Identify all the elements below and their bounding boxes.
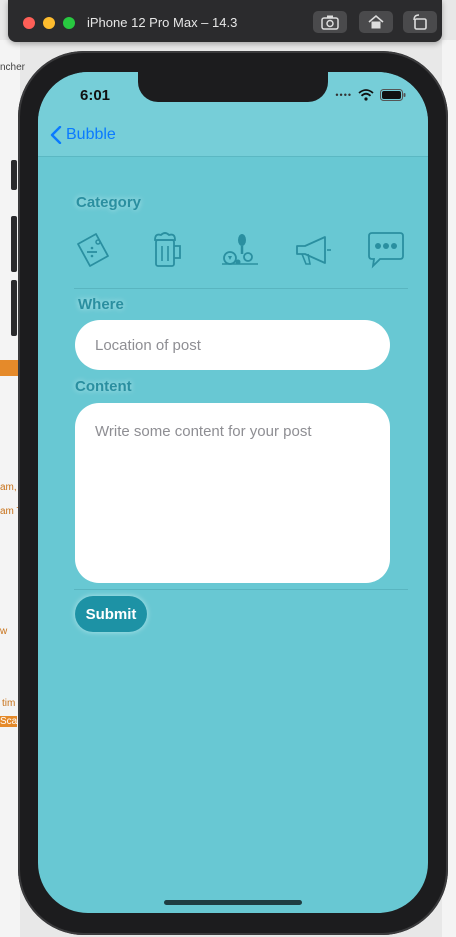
rotate-button[interactable] [403, 11, 437, 33]
category-label: Category [76, 194, 142, 211]
mute-switch [11, 160, 17, 190]
chevron-left-icon [50, 126, 62, 144]
content-label: Content [75, 378, 132, 395]
background-text: tim [2, 698, 16, 709]
megaphone-icon[interactable] [293, 230, 333, 270]
price-tag-icon[interactable] [74, 230, 114, 270]
more-chat-icon[interactable] [366, 230, 406, 270]
background-text: ncher [0, 62, 26, 73]
divider [74, 288, 408, 289]
background-bar [0, 360, 18, 376]
divider [74, 589, 408, 590]
category-selector [74, 230, 404, 272]
simulator-title: iPhone 12 Pro Max – 14.3 [87, 15, 238, 30]
background-text: w [0, 626, 8, 637]
volume-up-button [11, 216, 17, 272]
home-icon [368, 14, 384, 29]
screenshot-button[interactable] [313, 11, 347, 33]
volume-down-button [11, 280, 17, 336]
background-text: Sca [0, 716, 18, 727]
status-time: 6:01 [80, 87, 111, 104]
home-button[interactable] [359, 11, 393, 33]
navigation-bar: 6:01 •••• Bubble [38, 72, 428, 157]
zoom-window-button[interactable] [63, 17, 75, 29]
signal-icon: •••• [335, 90, 352, 100]
close-window-button[interactable] [23, 17, 35, 29]
simulator-title-bar: iPhone 12 Pro Max – 14.3 [8, 0, 442, 42]
notch [138, 72, 328, 102]
sports-icon[interactable] [220, 230, 260, 270]
battery-icon [380, 89, 406, 101]
submit-button[interactable]: Submit [75, 596, 147, 632]
where-label: Where [78, 296, 124, 313]
back-button[interactable]: Bubble [50, 126, 116, 144]
back-label: Bubble [66, 126, 116, 143]
content-textarea[interactable] [75, 403, 390, 583]
app-screen: 6:01 •••• Bubble Category Where Location… [38, 72, 428, 913]
rotate-icon [413, 14, 427, 30]
status-icons: •••• [335, 89, 406, 101]
home-indicator [164, 900, 302, 905]
wifi-icon [358, 89, 374, 101]
camera-icon [321, 15, 339, 30]
location-input[interactable] [75, 320, 390, 370]
background-text: am, [0, 482, 17, 493]
beer-mug-icon[interactable] [147, 230, 187, 270]
minimize-window-button[interactable] [43, 17, 55, 29]
